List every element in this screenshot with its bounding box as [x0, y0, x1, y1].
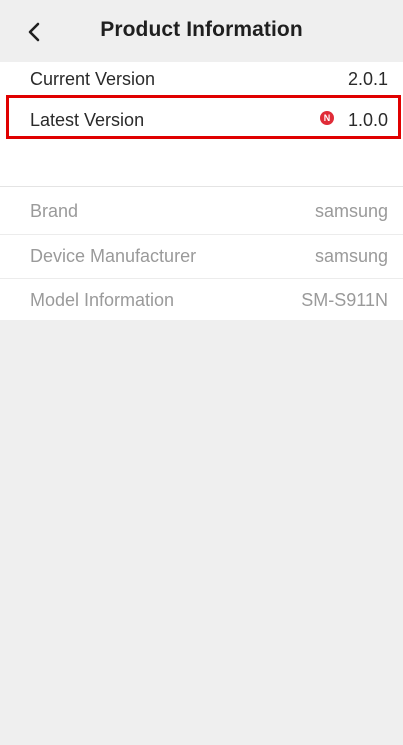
brand-row: Brand samsung: [0, 189, 403, 233]
device-manufacturer-label: Device Manufacturer: [30, 246, 197, 266]
model-information-label: Model Information: [30, 290, 175, 310]
page-title: Product Information: [100, 18, 303, 41]
header-bar: Product Information: [0, 0, 403, 62]
model-information-value: SM-S911N: [301, 290, 388, 310]
version-section: Current Version 2.0.1 Latest Version N 1…: [0, 62, 403, 142]
latest-version-label: Latest Version: [30, 109, 145, 130]
device-manufacturer-row: Device Manufacturer samsung: [0, 234, 403, 278]
latest-version-value-group: N 1.0.0: [319, 109, 388, 131]
product-information-screen: Product Information Current Version 2.0.…: [0, 0, 403, 745]
section-spacer: [0, 142, 403, 186]
latest-version-value: 1.0.0: [347, 109, 388, 130]
device-manufacturer-value: samsung: [314, 246, 388, 266]
new-badge-icon: N: [319, 111, 334, 125]
empty-content-area: [0, 320, 403, 745]
latest-version-row[interactable]: Latest Version N 1.0.0: [0, 98, 403, 142]
current-version-label: Current Version: [30, 68, 156, 89]
current-version-value: 2.0.1: [347, 68, 388, 89]
model-information-row: Model Information SM-S911N: [0, 278, 403, 322]
current-version-row: Current Version 2.0.1: [0, 62, 403, 96]
brand-label: Brand: [30, 200, 79, 221]
device-info-section: Brand samsung Device Manufacturer samsun…: [0, 186, 403, 320]
brand-value: samsung: [314, 200, 388, 221]
